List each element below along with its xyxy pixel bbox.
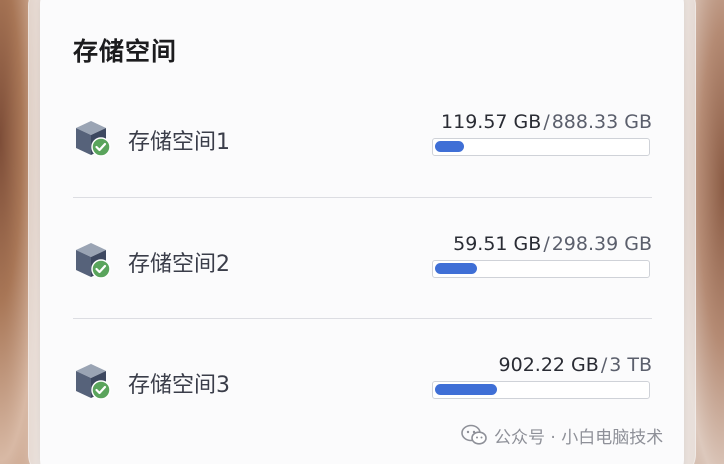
storage-usage-text: 59.51 GB/298.39 GB xyxy=(453,233,652,255)
watermark: 公众号 · 小白电脑技术 xyxy=(460,422,663,448)
capacity-separator: / xyxy=(600,354,608,376)
total-capacity: 888.33 GB xyxy=(551,111,652,133)
capacity-separator: / xyxy=(543,233,550,255)
storage-pool-icon xyxy=(76,364,111,400)
storage-pool-row[interactable]: 存储空间2 59.51 GB/298.39 GB xyxy=(73,233,652,340)
watermark-text: 公众号 · 小白电脑技术 xyxy=(494,427,664,448)
storage-usage-text: 902.22 GB/3 TB xyxy=(499,354,652,376)
storage-pool-row[interactable]: 存储空间1 119.57 GB/888.33 GB xyxy=(73,111,652,218)
storage-usage-text: 119.57 GB/888.33 GB xyxy=(441,111,652,133)
row-divider xyxy=(73,197,652,198)
storage-pool-name: 存储空间1 xyxy=(128,130,230,155)
storage-pool-icon xyxy=(76,243,111,279)
usage-progress-bar xyxy=(432,138,650,156)
wechat-icon xyxy=(461,424,487,445)
usage-progress-fill xyxy=(435,141,464,152)
storage-pool-icon xyxy=(76,121,111,157)
usage-progress-bar xyxy=(432,260,650,278)
usage-progress-fill xyxy=(435,263,477,274)
used-capacity: 59.51 GB xyxy=(453,233,542,255)
used-capacity: 902.22 GB xyxy=(498,354,599,376)
storage-pool-name: 存储空间2 xyxy=(128,252,230,277)
used-capacity: 119.57 GB xyxy=(441,111,542,133)
usage-progress-fill xyxy=(435,384,497,395)
usage-progress-bar xyxy=(432,381,650,399)
capacity-separator: / xyxy=(543,111,550,133)
total-capacity: 298.39 GB xyxy=(551,233,652,255)
total-capacity: 3 TB xyxy=(609,354,652,376)
row-divider xyxy=(73,318,652,319)
panel-title: 存储空间 xyxy=(73,37,178,66)
storage-pool-name: 存储空间3 xyxy=(128,373,230,398)
